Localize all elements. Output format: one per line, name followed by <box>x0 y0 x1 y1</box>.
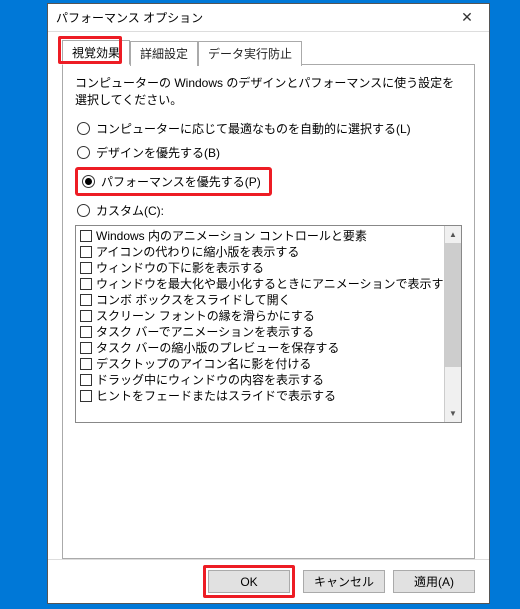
radio-icon <box>77 122 90 135</box>
option-row[interactable]: ヒントをフェードまたはスライドで表示する <box>78 388 442 404</box>
tab-dep[interactable]: データ実行防止 <box>198 41 302 66</box>
radio-icon <box>77 146 90 159</box>
option-row[interactable]: ドラッグ中にウィンドウの内容を表示する <box>78 372 442 388</box>
option-label: ヒントをフェードまたはスライドで表示する <box>96 388 336 404</box>
scroll-down-icon[interactable]: ▼ <box>445 405 461 422</box>
option-label: ドラッグ中にウィンドウの内容を表示する <box>96 372 324 388</box>
options-list[interactable]: Windows 内のアニメーション コントロールと要素アイコンの代わりに縮小版を… <box>76 226 444 422</box>
option-row[interactable]: スクリーン フォントの縁を滑らかにする <box>78 308 442 324</box>
radio-label: カスタム(C): <box>96 202 164 219</box>
tab-advanced[interactable]: 詳細設定 <box>130 41 198 66</box>
options-listbox: Windows 内のアニメーション コントロールと要素アイコンの代わりに縮小版を… <box>75 225 462 423</box>
description-text: コンピューターの Windows のデザインとパフォーマンスに使う設定を選択して… <box>75 75 462 109</box>
option-label: Windows 内のアニメーション コントロールと要素 <box>96 228 367 244</box>
option-label: ウィンドウを最大化や最小化するときにアニメーションで表示する <box>96 276 444 292</box>
radio-label: デザインを優先する(B) <box>96 144 220 161</box>
option-row[interactable]: タスク バーでアニメーションを表示する <box>78 324 442 340</box>
option-row[interactable]: コンボ ボックスをスライドして開く <box>78 292 442 308</box>
radio-design[interactable]: デザインを優先する(B) <box>75 143 462 162</box>
checkbox-icon <box>80 278 92 290</box>
checkbox-icon <box>80 246 92 258</box>
option-row[interactable]: Windows 内のアニメーション コントロールと要素 <box>78 228 442 244</box>
option-row[interactable]: ウィンドウを最大化や最小化するときにアニメーションで表示する <box>78 276 442 292</box>
radio-label: コンピューターに応じて最適なものを自動的に選択する(L) <box>96 120 411 137</box>
button-row: OK キャンセル 適用(A) <box>48 559 489 603</box>
radio-icon <box>77 204 90 217</box>
radio-icon <box>82 175 95 188</box>
option-row[interactable]: タスク バーの縮小版のプレビューを保存する <box>78 340 442 356</box>
tab-panel-visual: コンピューターの Windows のデザインとパフォーマンスに使う設定を選択して… <box>62 64 475 559</box>
tab-visual-effects[interactable]: 視覚効果 <box>62 40 130 65</box>
option-label: デスクトップのアイコン名に影を付ける <box>96 356 311 372</box>
titlebar: パフォーマンス オプション ✕ <box>48 4 489 32</box>
highlight-ok-button: OK <box>203 565 295 598</box>
checkbox-icon <box>80 374 92 386</box>
client-area: 視覚効果 詳細設定 データ実行防止 コンピューターの Windows のデザイン… <box>48 32 489 559</box>
option-label: タスク バーでアニメーションを表示する <box>96 324 314 340</box>
checkbox-icon <box>80 310 92 322</box>
scrollbar[interactable]: ▲ ▼ <box>444 226 461 422</box>
radio-custom[interactable]: カスタム(C): <box>75 201 462 220</box>
dialog-window: パフォーマンス オプション ✕ 視覚効果 詳細設定 データ実行防止 コンピュータ… <box>47 3 490 604</box>
option-row[interactable]: ウィンドウの下に影を表示する <box>78 260 442 276</box>
checkbox-icon <box>80 262 92 274</box>
checkbox-icon <box>80 230 92 242</box>
checkbox-icon <box>80 294 92 306</box>
radio-label: パフォーマンスを優先する(P) <box>101 173 261 190</box>
checkbox-icon <box>80 390 92 402</box>
option-row[interactable]: アイコンの代わりに縮小版を表示する <box>78 244 442 260</box>
apply-button[interactable]: 適用(A) <box>393 570 475 593</box>
tab-strip: 視覚効果 詳細設定 データ実行防止 <box>62 40 475 65</box>
highlight-radio-perf: パフォーマンスを優先する(P) <box>75 167 272 196</box>
ok-button[interactable]: OK <box>208 570 290 593</box>
option-label: ウィンドウの下に影を表示する <box>96 260 264 276</box>
checkbox-icon <box>80 326 92 338</box>
checkbox-icon <box>80 342 92 354</box>
scroll-thumb[interactable] <box>445 243 461 368</box>
close-button[interactable]: ✕ <box>445 4 489 32</box>
option-row[interactable]: デスクトップのアイコン名に影を付ける <box>78 356 442 372</box>
window-title: パフォーマンス オプション <box>56 9 203 26</box>
checkbox-icon <box>80 358 92 370</box>
option-label: タスク バーの縮小版のプレビューを保存する <box>96 340 339 356</box>
radio-performance[interactable]: パフォーマンスを優先する(P) <box>80 172 263 191</box>
scroll-up-icon[interactable]: ▲ <box>445 226 461 243</box>
option-label: コンボ ボックスをスライドして開く <box>96 292 291 308</box>
radio-auto[interactable]: コンピューターに応じて最適なものを自動的に選択する(L) <box>75 119 462 138</box>
close-icon: ✕ <box>461 9 473 26</box>
cancel-button[interactable]: キャンセル <box>303 570 385 593</box>
option-label: スクリーン フォントの縁を滑らかにする <box>96 308 315 324</box>
option-label: アイコンの代わりに縮小版を表示する <box>96 244 299 260</box>
